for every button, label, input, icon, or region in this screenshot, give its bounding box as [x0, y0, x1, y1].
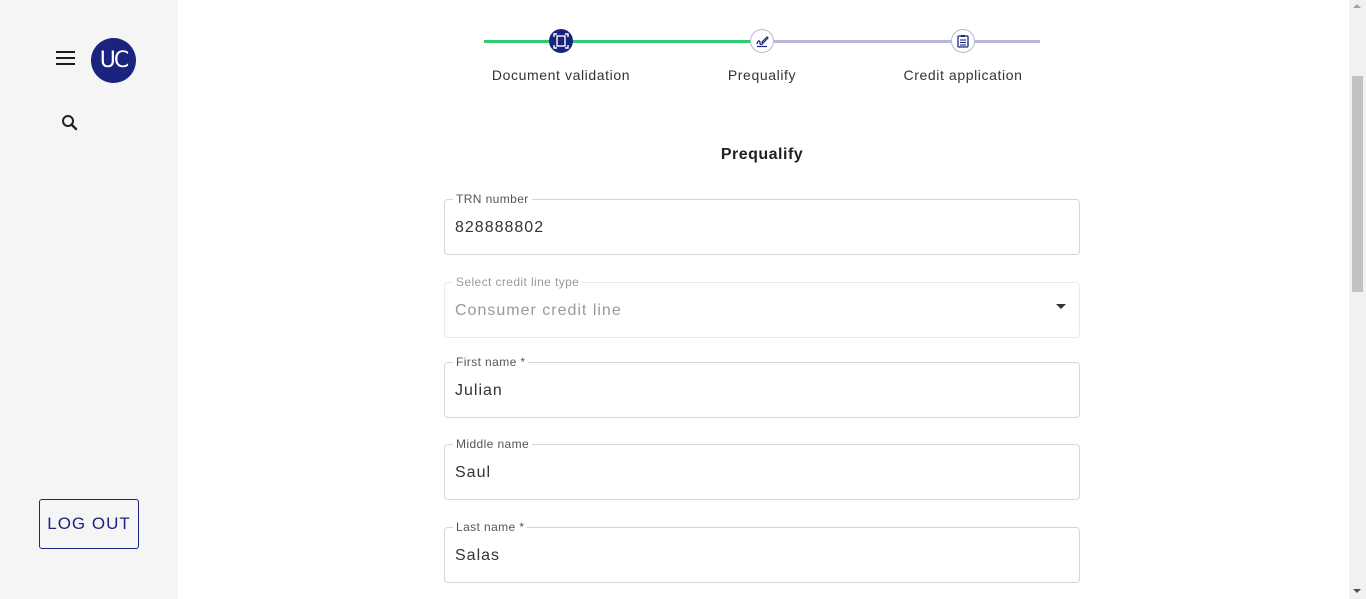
document-scan-icon	[553, 33, 569, 49]
stepper-progress-pending	[761, 40, 1040, 43]
scroll-up-arrow-icon[interactable]	[1353, 4, 1361, 8]
hamburger-menu-icon[interactable]	[56, 51, 76, 67]
last-name-value[interactable]: Salas	[455, 547, 500, 565]
step-label-prequalify: Prequalify	[727, 67, 797, 83]
first-name-label: First name *	[453, 355, 529, 369]
credit-line-type-select[interactable]: Select credit line type Consumer credit …	[444, 275, 1080, 338]
first-name-value[interactable]: Julian	[455, 382, 503, 400]
trn-number-label: TRN number	[453, 192, 532, 206]
step-prequalify[interactable]	[750, 29, 774, 53]
scroll-down-arrow-icon[interactable]	[1353, 589, 1361, 593]
middle-name-field[interactable]: Middle name Saul	[444, 437, 1080, 500]
step-label-credit-application: Credit application	[903, 67, 1023, 83]
form-title: Prequalify	[720, 146, 804, 163]
clipboard-list-icon	[957, 35, 969, 48]
chevron-down-icon[interactable]	[1056, 304, 1066, 309]
signature-icon	[756, 36, 769, 48]
search-icon[interactable]	[60, 113, 80, 133]
trn-number-field[interactable]: TRN number 828888802	[444, 192, 1080, 255]
sidebar: UC LOG OUT	[0, 0, 178, 599]
last-name-field[interactable]: Last name * Salas	[444, 520, 1080, 583]
middle-name-value[interactable]: Saul	[455, 464, 491, 482]
credit-line-type-value[interactable]: Consumer credit line	[455, 302, 622, 320]
last-name-label: Last name *	[453, 520, 528, 534]
step-label-document-validation: Document validation	[491, 67, 631, 83]
middle-name-label: Middle name	[453, 437, 533, 451]
step-credit-application[interactable]	[951, 29, 975, 53]
credit-line-type-label: Select credit line type	[453, 275, 583, 289]
stepper-progress-complete	[484, 40, 761, 43]
user-avatar[interactable]: UC	[91, 38, 136, 83]
logout-button[interactable]: LOG OUT	[39, 499, 139, 549]
trn-number-value[interactable]: 828888802	[455, 219, 544, 237]
step-document-validation[interactable]	[549, 29, 573, 53]
first-name-field[interactable]: First name * Julian	[444, 355, 1080, 418]
scrollbar-thumb[interactable]	[1352, 76, 1363, 292]
